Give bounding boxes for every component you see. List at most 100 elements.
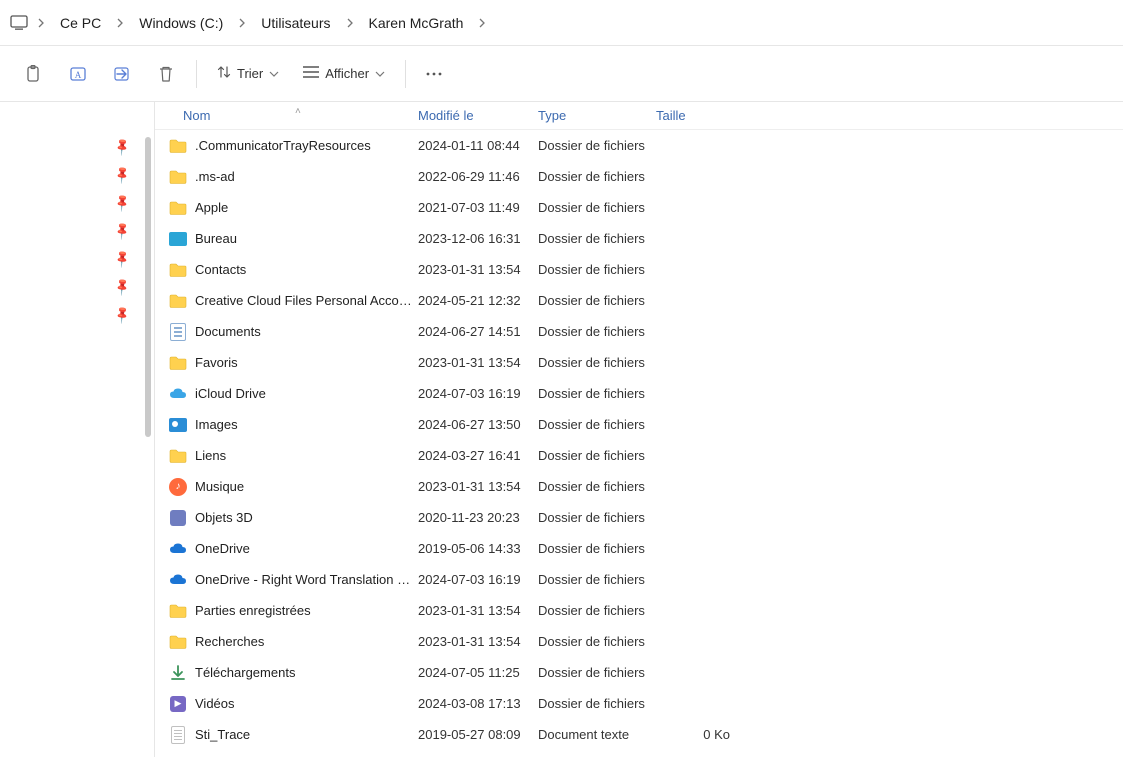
file-type: Dossier de fichiers xyxy=(538,293,656,308)
file-name: Objets 3D xyxy=(195,510,253,525)
file-row[interactable]: Liens 2024-03-27 16:41 Dossier de fichie… xyxy=(155,440,1123,471)
file-modified: 2024-07-03 16:19 xyxy=(418,572,538,587)
file-row[interactable]: OneDrive 2019-05-06 14:33 Dossier de fic… xyxy=(155,533,1123,564)
folder-icon xyxy=(169,633,187,651)
file-name: Documents xyxy=(195,324,261,339)
obj3d-icon xyxy=(169,509,187,527)
sidebar-item[interactable]: 36) xyxy=(0,660,140,675)
file-row[interactable]: Documents 2024-06-27 14:51 Dossier de fi… xyxy=(155,316,1123,347)
file-type: Document texte xyxy=(538,727,656,742)
column-headers: Nom ˄ Modifié le Type Taille xyxy=(155,102,1123,130)
chevron-right-icon[interactable] xyxy=(475,18,489,28)
breadcrumb-item[interactable]: Windows (C:) xyxy=(133,11,229,35)
file-modified: 2020-11-23 20:23 xyxy=(418,510,538,525)
rename-button[interactable]: A xyxy=(58,56,98,92)
chevron-right-icon[interactable] xyxy=(235,18,249,28)
file-name: OneDrive - Right Word Translation Servic… xyxy=(195,572,418,587)
file-row[interactable]: Parties enregistrées 2023-01-31 13:54 Do… xyxy=(155,595,1123,626)
file-name: Vidéos xyxy=(195,696,235,711)
file-row[interactable]: Téléchargements 2024-07-05 11:25 Dossier… xyxy=(155,657,1123,688)
breadcrumb-item[interactable]: Utilisateurs xyxy=(255,11,336,35)
breadcrumb[interactable]: Ce PC Windows (C:) Utilisateurs Karen Mc… xyxy=(0,0,1123,46)
file-row[interactable]: Sti_Trace 2019-05-27 08:09 Document text… xyxy=(155,719,1123,750)
file-row[interactable]: .ms-ad 2022-06-29 11:46 Dossier de fichi… xyxy=(155,161,1123,192)
file-modified: 2024-06-27 13:50 xyxy=(418,417,538,432)
file-row[interactable]: OneDrive - Right Word Translation Servic… xyxy=(155,564,1123,595)
onedrive-icon xyxy=(169,571,187,589)
file-list[interactable]: Nom ˄ Modifié le Type Taille .Communicat… xyxy=(155,102,1123,757)
more-button[interactable] xyxy=(416,56,452,92)
desktop-icon xyxy=(169,230,187,248)
file-type: Dossier de fichiers xyxy=(538,572,656,587)
file-name: Recherches xyxy=(195,634,264,649)
folder-icon xyxy=(169,354,187,372)
chevron-right-icon[interactable] xyxy=(34,18,48,28)
paste-button[interactable] xyxy=(14,56,54,92)
file-row[interactable]: Bureau 2023-12-06 16:31 Dossier de fichi… xyxy=(155,223,1123,254)
file-row[interactable]: ♪ Musique 2023-01-31 13:54 Dossier de fi… xyxy=(155,471,1123,502)
chevron-right-icon[interactable] xyxy=(113,18,127,28)
sidebar-item[interactable]: Account kmcgrath@rwts xyxy=(0,498,140,513)
navigation-pane[interactable]: 📌 📌 📌 📌 📌 📌 📌 tion Safety Magazine - Ju … xyxy=(0,102,155,757)
toolbar-divider xyxy=(405,60,406,88)
column-header-modified[interactable]: Modifié le xyxy=(418,108,538,123)
file-row[interactable]: Creative Cloud Files Personal Account k.… xyxy=(155,285,1123,316)
doc-icon xyxy=(169,323,187,341)
file-modified: 2024-06-27 14:51 xyxy=(418,324,538,339)
file-modified: 2023-01-31 13:54 xyxy=(418,262,538,277)
sidebar-item[interactable]: 252 xyxy=(0,691,140,706)
breadcrumb-item[interactable]: Ce PC xyxy=(54,11,107,35)
file-row[interactable]: Contacts 2023-01-31 13:54 Dossier de fic… xyxy=(155,254,1123,285)
chevron-right-icon[interactable] xyxy=(343,18,357,28)
breadcrumb-item[interactable]: Karen McGrath xyxy=(363,11,470,35)
pin-icon: 📌 xyxy=(112,249,132,269)
view-button[interactable]: Afficher xyxy=(293,56,395,92)
column-header-label: Nom xyxy=(183,108,210,123)
sort-button[interactable]: Trier xyxy=(207,56,289,92)
file-type: Dossier de fichiers xyxy=(538,665,656,680)
file-type: Dossier de fichiers xyxy=(538,262,656,277)
sidebar-item[interactable]: tion Safety Magazine - Ju xyxy=(0,438,140,453)
delete-button[interactable] xyxy=(146,56,186,92)
file-name: .ms-ad xyxy=(195,169,235,184)
file-name: Apple xyxy=(195,200,228,215)
file-row[interactable]: .CommunicatorTrayResources 2024-01-11 08… xyxy=(155,130,1123,161)
file-row[interactable]: Images 2024-06-27 13:50 Dossier de fichi… xyxy=(155,409,1123,440)
file-modified: 2024-01-11 08:44 xyxy=(418,138,538,153)
sort-label: Trier xyxy=(237,66,263,81)
share-button[interactable] xyxy=(102,56,142,92)
this-pc-icon[interactable] xyxy=(10,15,28,31)
file-type: Dossier de fichiers xyxy=(538,541,656,556)
file-type: Dossier de fichiers xyxy=(538,634,656,649)
pin-icon: 📌 xyxy=(112,193,132,213)
column-header-name[interactable]: Nom ˄ xyxy=(155,108,418,123)
file-row[interactable]: Objets 3D 2020-11-23 20:23 Dossier de fi… xyxy=(155,502,1123,533)
file-name: Téléchargements xyxy=(195,665,295,680)
file-name: Bureau xyxy=(195,231,237,246)
column-header-size[interactable]: Taille xyxy=(656,108,736,123)
file-modified: 2023-12-06 16:31 xyxy=(418,231,538,246)
column-header-type[interactable]: Type xyxy=(538,108,656,123)
pinned-indicators: 📌 📌 📌 📌 📌 📌 📌 xyxy=(115,140,130,322)
file-row[interactable]: Apple 2021-07-03 11:49 Dossier de fichie… xyxy=(155,192,1123,223)
file-row[interactable]: iCloud Drive 2024-07-03 16:19 Dossier de… xyxy=(155,378,1123,409)
file-row[interactable]: Recherches 2023-01-31 13:54 Dossier de f… xyxy=(155,626,1123,657)
sidebar-scrollbar[interactable] xyxy=(145,137,151,437)
music-icon: ♪ xyxy=(169,478,187,496)
file-modified: 2024-03-27 16:41 xyxy=(418,448,538,463)
sort-indicator-icon: ˄ xyxy=(295,106,301,117)
file-name: .CommunicatorTrayResources xyxy=(195,138,371,153)
file-row[interactable]: Favoris 2023-01-31 13:54 Dossier de fich… xyxy=(155,347,1123,378)
file-name: Musique xyxy=(195,479,244,494)
onedrive-icon xyxy=(169,540,187,558)
file-type: Dossier de fichiers xyxy=(538,231,656,246)
file-name: Liens xyxy=(195,448,226,463)
sort-icon xyxy=(217,65,231,82)
file-type: Dossier de fichiers xyxy=(538,417,656,432)
file-modified: 2022-06-29 11:46 xyxy=(418,169,538,184)
file-row[interactable]: ▶ Vidéos 2024-03-08 17:13 Dossier de fic… xyxy=(155,688,1123,719)
file-modified: 2024-07-03 16:19 xyxy=(418,386,538,401)
download-icon xyxy=(169,664,187,682)
file-name: Sti_Trace xyxy=(195,727,250,742)
file-type: Dossier de fichiers xyxy=(538,510,656,525)
